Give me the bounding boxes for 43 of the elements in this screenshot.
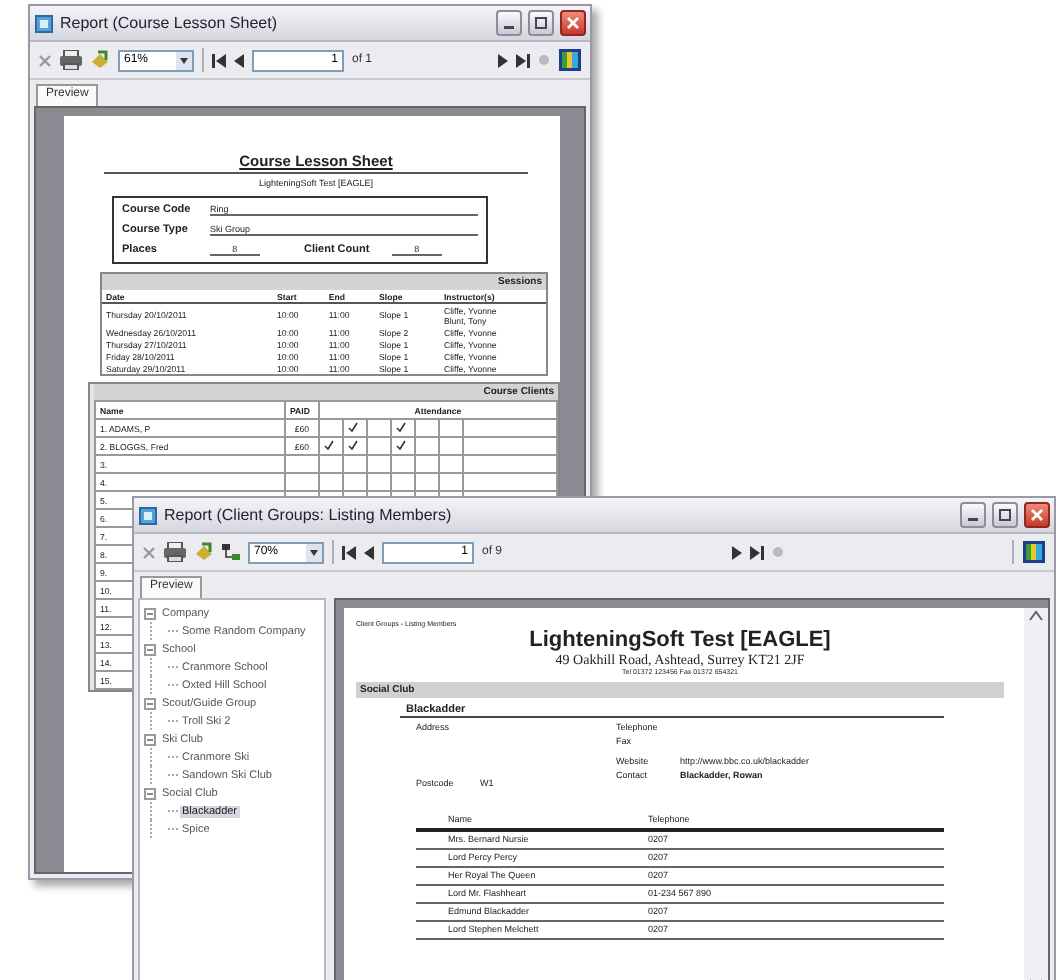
- collapse-icon[interactable]: [144, 697, 156, 709]
- dropdown-arrow-icon: [176, 51, 192, 69]
- tick-icon: [396, 422, 406, 432]
- minimize-button[interactable]: [960, 502, 986, 528]
- report-heading: LighteningSoft Test [EAGLE]: [529, 628, 831, 652]
- maximize-button[interactable]: [992, 502, 1018, 528]
- app-icon: [34, 13, 54, 33]
- next-page-icon[interactable]: [731, 540, 742, 564]
- first-page-icon[interactable]: [342, 540, 356, 564]
- window-title: Report (Course Lesson Sheet): [60, 14, 279, 32]
- close-icon: [1030, 508, 1044, 522]
- scrollbar[interactable]: [1024, 608, 1048, 980]
- close-icon: [566, 16, 580, 30]
- previous-page-icon[interactable]: [234, 48, 244, 72]
- next-page-icon[interactable]: [498, 48, 508, 72]
- first-page-icon[interactable]: [212, 48, 226, 72]
- tick-icon: [348, 422, 358, 432]
- tree-toggle-icon[interactable]: [222, 540, 240, 564]
- color-palette-icon[interactable]: [1022, 540, 1047, 564]
- app-icon: [138, 505, 158, 525]
- last-page-icon[interactable]: [516, 48, 530, 72]
- tick-icon: [348, 440, 358, 450]
- close-button[interactable]: [560, 10, 586, 36]
- last-page-icon[interactable]: [749, 540, 764, 564]
- maximize-button[interactable]: [528, 10, 554, 36]
- scroll-up-icon[interactable]: [1028, 608, 1044, 624]
- printer-icon[interactable]: [60, 48, 82, 72]
- export-icon[interactable]: [90, 48, 110, 72]
- minimize-button[interactable]: [496, 10, 522, 36]
- collapse-icon[interactable]: [144, 787, 156, 799]
- close-button[interactable]: [1024, 502, 1050, 528]
- color-palette-icon[interactable]: [558, 48, 582, 72]
- maximize-icon: [534, 16, 548, 30]
- collapse-icon[interactable]: [144, 607, 156, 619]
- previous-page-icon[interactable]: [364, 540, 374, 564]
- collapse-icon[interactable]: [144, 733, 156, 745]
- tick-icon: [396, 440, 406, 450]
- maximize-icon: [998, 508, 1012, 522]
- dropdown-arrow-icon: [306, 543, 322, 561]
- printer-icon[interactable]: [164, 540, 186, 564]
- export-icon[interactable]: [194, 540, 214, 564]
- collapse-icon[interactable]: [144, 643, 156, 655]
- tick-icon: [324, 440, 334, 450]
